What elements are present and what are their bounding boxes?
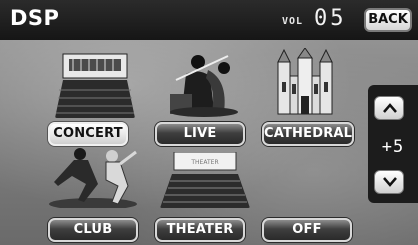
chevron-up-icon [383, 103, 397, 113]
mode-off-button[interactable]: OFF [262, 218, 352, 242]
title-bar: DSP VOL 05 BACK [0, 0, 418, 40]
theater-seats-picture[interactable]: THEATER [160, 152, 250, 208]
volume-label: VOL [282, 16, 304, 27]
mode-club-button[interactable]: CLUB [48, 218, 138, 242]
live-musicians-picture[interactable] [168, 50, 244, 118]
level-down-button[interactable] [374, 170, 404, 194]
theater-sign-text: THEATER [190, 159, 218, 166]
level-up-button[interactable] [374, 96, 404, 120]
concert-hall-picture[interactable] [55, 50, 135, 118]
mode-concert-button[interactable]: CONCERT [48, 122, 128, 146]
cathedral-picture[interactable] [270, 48, 340, 118]
volume-value: 05 [314, 6, 347, 31]
mode-live-button[interactable]: LIVE [155, 122, 245, 146]
level-value: +5 [381, 137, 405, 157]
chevron-down-icon [383, 177, 397, 187]
back-button[interactable]: BACK [364, 8, 412, 32]
dsp-screen: DSP VOL 05 BACK THEATER CONCERT LIVE CAT… [0, 0, 418, 245]
club-dancers-picture[interactable] [48, 146, 138, 208]
page-title: DSP [10, 6, 60, 30]
mode-theater-button[interactable]: THEATER [155, 218, 245, 242]
mode-cathedral-button[interactable]: CATHEDRAL [262, 122, 354, 146]
